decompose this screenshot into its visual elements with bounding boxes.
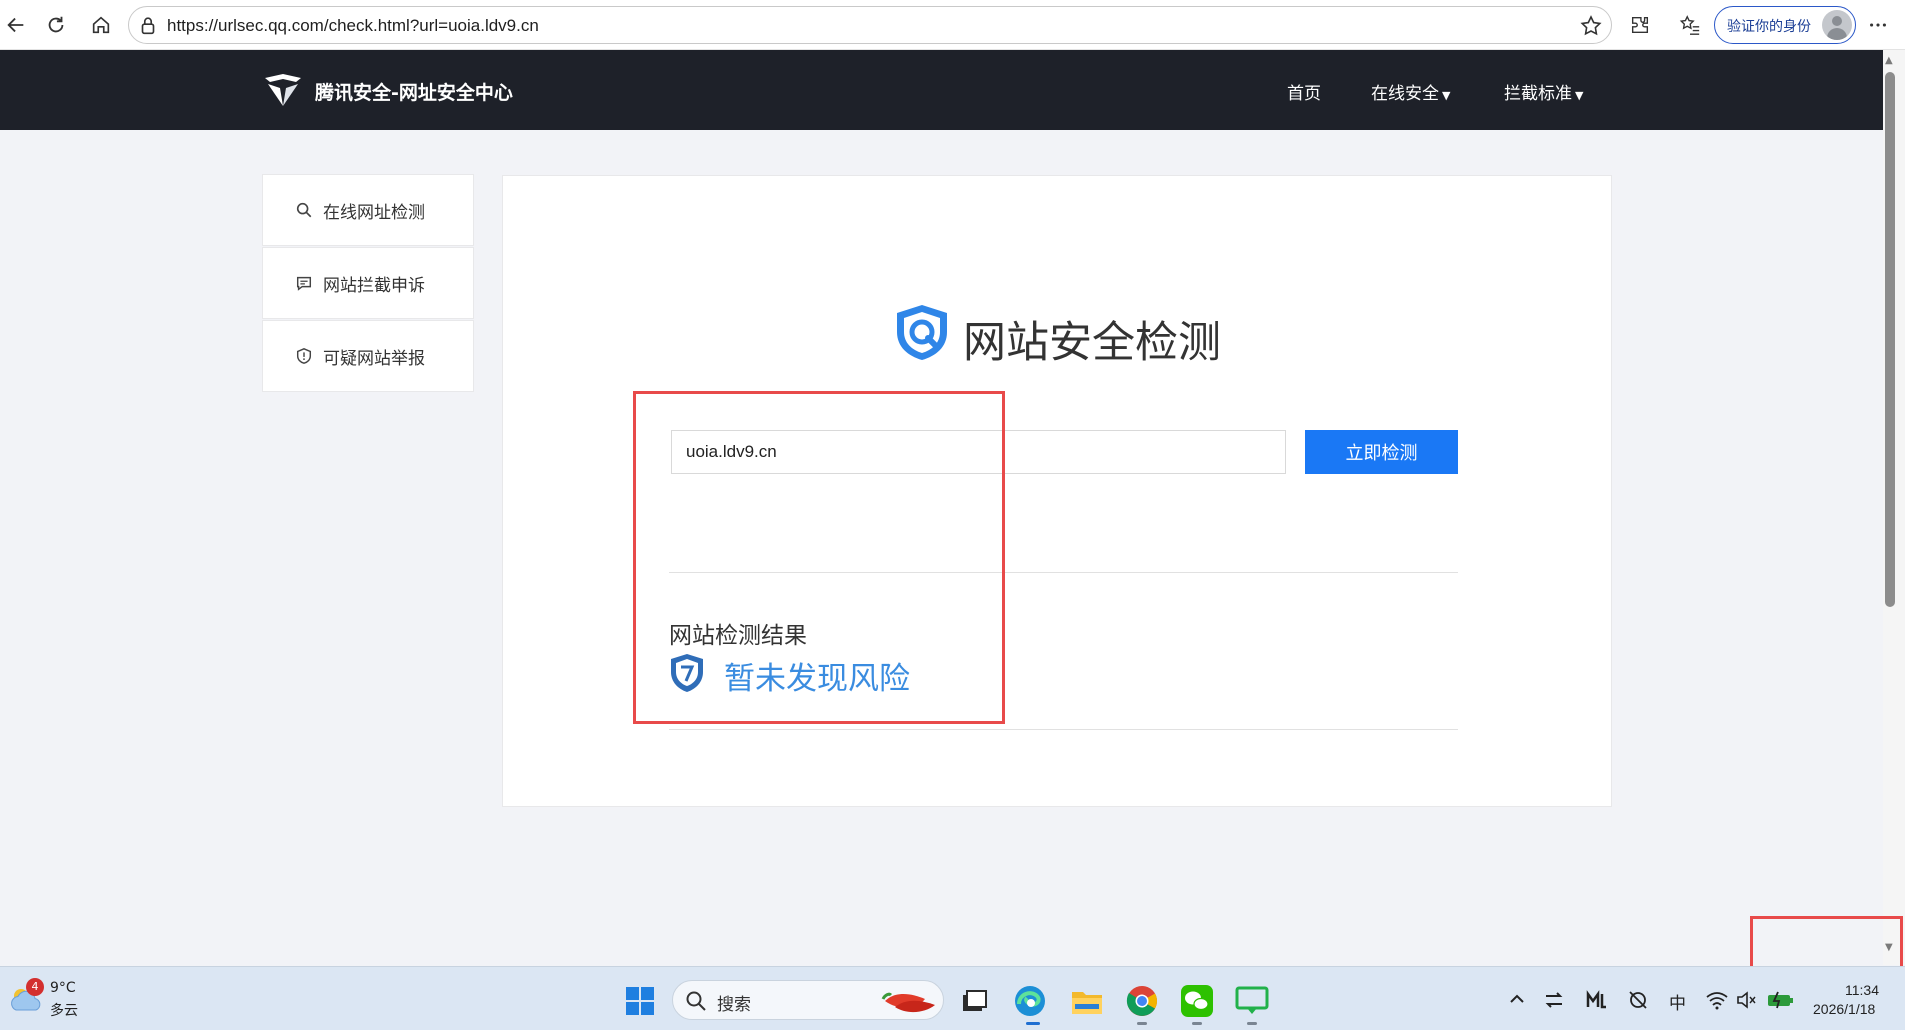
sidebar-item-report[interactable]: 可疑网站举报	[262, 320, 474, 392]
clock-date[interactable]: 2026/1/18	[1813, 1001, 1875, 1017]
file-explorer-icon[interactable]	[1071, 986, 1103, 1016]
security-check-shield-icon	[897, 305, 947, 360]
caret-down-icon: ▼	[1442, 89, 1451, 102]
page-scrollbar[interactable]: ▲ ▼	[1883, 50, 1905, 965]
search-label: 搜索	[717, 995, 751, 1015]
back-button[interactable]	[0, 9, 32, 41]
annotation-box-result	[633, 391, 1005, 724]
scroll-up-arrow-icon[interactable]: ▲	[1885, 55, 1893, 66]
chrome-icon[interactable]	[1126, 985, 1158, 1017]
favorite-star-icon[interactable]	[1579, 14, 1603, 38]
edge-browser-icon[interactable]	[1013, 984, 1047, 1018]
check-now-button[interactable]: 立即检测	[1305, 430, 1458, 474]
nav-home[interactable]: 首页	[1287, 79, 1321, 104]
address-url[interactable]: https://urlsec.qq.com/check.html?url=uoi…	[167, 16, 539, 36]
tencent-security-logo-icon[interactable]	[262, 70, 304, 112]
sidebar-item-appeal[interactable]: 网站拦截申诉	[262, 247, 474, 319]
monitor-app-icon[interactable]	[1586, 990, 1608, 1010]
running-app-indicator	[1192, 1022, 1202, 1025]
battery-charging-icon[interactable]	[1766, 990, 1794, 1010]
windows-start-icon[interactable]	[625, 986, 655, 1016]
shield-icon	[296, 348, 312, 364]
extensions-button[interactable]	[1624, 9, 1656, 41]
site-brand[interactable]: 腾讯安全-网址安全中心	[315, 78, 513, 105]
divider	[669, 729, 1458, 730]
running-app-indicator	[1247, 1022, 1257, 1025]
message-icon	[296, 276, 312, 291]
chili-pepper-icon	[881, 992, 935, 1013]
taskbar-search[interactable]: 搜索	[672, 980, 944, 1020]
active-app-indicator	[1026, 1022, 1040, 1025]
chat-app-icon[interactable]	[1235, 984, 1269, 1018]
puzzle-icon	[1631, 16, 1649, 34]
transfer-arrows-icon[interactable]	[1544, 990, 1564, 1010]
scrollbar-thumb[interactable]	[1885, 72, 1895, 607]
more-dots-icon	[1870, 23, 1886, 27]
reload-icon	[48, 16, 64, 33]
browser-toolbar: https://urlsec.qq.com/check.html?url=uoi…	[0, 0, 1905, 50]
nav-home-label: 首页	[1287, 84, 1321, 104]
home-icon	[92, 16, 110, 34]
weather-temperature[interactable]: 9°C	[50, 980, 76, 996]
running-app-indicator	[1137, 1022, 1147, 1025]
nav-block-standards-label: 拦截标准	[1504, 84, 1572, 104]
home-button[interactable]	[85, 9, 117, 41]
page-title: 网站安全检测	[963, 318, 1221, 368]
nav-online-security-label: 在线安全	[1371, 84, 1439, 104]
input-method-indicator[interactable]: 中	[1669, 989, 1686, 1014]
profile-label: 验证你的身份	[1727, 19, 1811, 35]
favorites-list-icon	[1679, 15, 1700, 35]
more-menu-button[interactable]	[1862, 9, 1894, 41]
taskbar	[0, 966, 1905, 1030]
avatar	[1822, 10, 1852, 40]
weather-description[interactable]: 多云	[50, 1000, 78, 1020]
search-icon	[296, 202, 312, 218]
search-icon	[686, 991, 706, 1011]
sidebar-item-label: 网站拦截申诉	[323, 275, 425, 296]
sidebar-item-label: 可疑网站举报	[323, 348, 425, 369]
sidebar: 在线网址检测 网站拦截申诉 可疑网站举报	[262, 174, 474, 393]
clock-time[interactable]: 11:34	[1845, 982, 1879, 998]
lock-icon[interactable]	[137, 15, 159, 37]
weather-alert-badge: 4	[26, 978, 44, 996]
caret-down-icon: ▼	[1575, 89, 1584, 102]
back-arrow-icon	[7, 17, 24, 33]
speaker-muted-icon[interactable]	[1736, 990, 1756, 1010]
sync-disabled-icon[interactable]	[1627, 989, 1649, 1011]
nav-online-security[interactable]: 在线安全 ▼	[1371, 79, 1450, 104]
sidebar-item-url-check[interactable]: 在线网址检测	[262, 174, 474, 246]
task-view-icon[interactable]	[960, 988, 988, 1016]
sidebar-item-label: 在线网址检测	[323, 202, 425, 223]
chevron-up-icon[interactable]	[1508, 990, 1526, 1008]
wechat-icon[interactable]	[1180, 984, 1214, 1018]
address-bar[interactable]: https://urlsec.qq.com/check.html?url=uoi…	[128, 6, 1612, 44]
favorites-button[interactable]	[1674, 9, 1706, 41]
wifi-icon[interactable]	[1706, 990, 1728, 1010]
profile-button[interactable]: 验证你的身份	[1714, 6, 1856, 44]
reload-button[interactable]	[40, 9, 72, 41]
nav-block-standards[interactable]: 拦截标准 ▼	[1504, 79, 1583, 104]
